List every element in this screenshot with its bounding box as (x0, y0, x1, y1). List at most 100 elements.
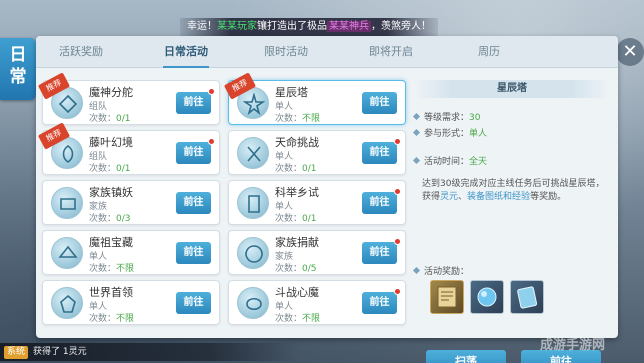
desc-b: 灵元 (440, 192, 459, 202)
activity-panel: 活跃奖励 日常活动 限时活动 即将开启 周历 魔神分舵 组队 次数：0/1 前往 推荐星… (36, 36, 618, 363)
side-title: 日 常 (0, 38, 36, 100)
world-boss-icon (51, 287, 83, 319)
detail-time-value: 全天 (469, 157, 488, 167)
activity-title: 家族捐献 (275, 236, 319, 249)
activity-count-value: 0/1 (302, 164, 317, 174)
activity-go-button[interactable]: 前往 (176, 142, 211, 164)
notification-dot (394, 188, 401, 195)
activity-go-button[interactable]: 前往 (176, 192, 211, 214)
tab-daily-activities[interactable]: 日常活动 (141, 36, 231, 68)
activity-title: 藤叶幻境 (89, 136, 133, 149)
activity-title: 魔祖宝藏 (89, 236, 133, 249)
activity-card[interactable]: 斗战心魔 单人 次数：不限 前往 (228, 280, 406, 325)
clan-seal-icon (51, 187, 83, 219)
activity-count: 次数：不限 (275, 111, 320, 124)
sweep-button[interactable]: 扫荡 (426, 350, 506, 363)
activity-count-value: 不限 (116, 314, 135, 324)
detail-description: 达到30级完成对应主线任务后可挑战星辰塔，获得灵元、装备图纸和经验等奖励。 (422, 178, 608, 204)
activity-count: 次数：0/1 (89, 161, 131, 174)
activity-go-button[interactable]: 前往 (176, 292, 211, 314)
activity-count: 次数：不限 (89, 261, 134, 274)
activity-count-value: 0/1 (116, 164, 131, 174)
detail-time-label: 活动时间： (424, 157, 470, 167)
banner-item[interactable]: 某某神兵 (327, 21, 371, 32)
desc-e: 等奖励。 (530, 192, 567, 202)
activity-count-label: 次数： (275, 264, 303, 274)
activity-count-label: 次数： (89, 164, 117, 174)
tab-weekly-calendar[interactable]: 周历 (444, 36, 534, 68)
spirit-orb-icon[interactable] (470, 280, 504, 314)
activity-card[interactable]: 星辰塔 单人 次数：不限 前往 推荐 (223, 72, 406, 125)
tab-limited-activities[interactable]: 限时活动 (241, 36, 331, 68)
banner-player[interactable]: 某某玩家 (217, 21, 257, 32)
heart-demon-icon (237, 287, 269, 319)
notification-dot (394, 238, 401, 245)
activity-detail: 星辰塔 等级需求：30 参与形式：单人 活动时间：全天 达到30级完成对应主线任… (412, 80, 610, 363)
detail-mode-row: 参与形式：单人 (412, 126, 488, 139)
banner-suffix: ，羡煞旁人！ (371, 21, 431, 32)
detail-mode-label: 参与形式： (424, 129, 470, 139)
activity-go-button[interactable]: 前往 (362, 192, 397, 214)
activity-count-value: 不限 (302, 314, 321, 324)
activity-card[interactable]: 魔祖宝藏 单人 次数：不限 前往 (42, 230, 220, 275)
exam-scroll-icon (237, 187, 269, 219)
notification-dot (208, 88, 215, 95)
detail-title: 星辰塔 (414, 80, 610, 98)
detail-reward-label: 活动奖励： (424, 267, 470, 277)
banner-prefix: 幸运！ (187, 21, 217, 32)
notification-dot (394, 138, 401, 145)
system-message-bar: 系统 获得了 1灵元 (0, 343, 300, 361)
announcement-banner: 幸运！某某玩家镶打造出了极品 某某神兵 ，羡煞旁人！ (180, 18, 438, 36)
activity-card[interactable]: 世界首领 单人 次数：不限 前往 (42, 280, 220, 325)
detail-reward-row: 活动奖励： (412, 264, 470, 277)
notification-dot (208, 138, 215, 145)
activity-count-label: 次数： (275, 214, 303, 224)
activity-count: 次数：不限 (89, 311, 134, 324)
activity-go-button[interactable]: 前往 (362, 92, 397, 114)
activity-title: 世界首领 (89, 286, 133, 299)
clan-donate-icon (237, 237, 269, 269)
activity-count-label: 次数： (89, 264, 117, 274)
detail-level-label: 等级需求： (424, 113, 470, 123)
tab-active-rewards[interactable]: 活跃奖励 (36, 36, 126, 68)
close-button[interactable]: ✕ (616, 38, 644, 66)
tab-bar: 活跃奖励 日常活动 限时活动 即将开启 周历 (36, 36, 618, 68)
activity-title: 天命挑战 (275, 136, 319, 149)
activity-card[interactable]: 科举乡试 单人 次数：0/1 前往 (228, 180, 406, 225)
banner-middle: 镶打造出了极品 (257, 21, 327, 32)
site-watermark: 成游手游网 (540, 338, 606, 353)
detail-mode-value: 单人 (469, 129, 488, 139)
activity-count-value: 0/1 (116, 114, 131, 124)
activity-go-button[interactable]: 前往 (362, 242, 397, 264)
activity-card[interactable]: 藤叶幻境 组队 次数：0/1 前往 推荐 (37, 122, 220, 175)
notification-dot (394, 288, 401, 295)
activity-title: 星辰塔 (275, 86, 308, 99)
activity-count: 次数：0/1 (275, 161, 317, 174)
activity-go-button[interactable]: 前往 (362, 142, 397, 164)
activity-count-value: 不限 (302, 114, 321, 124)
activity-card[interactable]: 天命挑战 单人 次数：0/1 前往 (228, 130, 406, 175)
activity-title: 斗战心魔 (275, 286, 319, 299)
detail-time-row: 活动时间：全天 (412, 154, 488, 167)
system-message: 获得了 1灵元 (33, 347, 87, 357)
activity-card[interactable]: 魔神分舵 组队 次数：0/1 前往 推荐 (37, 72, 220, 125)
activity-go-button[interactable]: 前往 (362, 292, 397, 314)
blueprint-icon[interactable] (430, 280, 464, 314)
activity-count: 次数：0/1 (275, 211, 317, 224)
side-title-char-2: 常 (9, 67, 27, 87)
activity-count-label: 次数： (89, 214, 117, 224)
activity-count: 次数：0/1 (89, 111, 131, 124)
system-tag: 系统 (4, 346, 29, 359)
desc-c: 、 (458, 192, 468, 202)
activity-count: 次数：0/3 (89, 211, 131, 224)
activity-card[interactable]: 家族捐献 家族 次数：0/5 前往 (228, 230, 406, 275)
activity-go-button[interactable]: 前往 (176, 92, 211, 114)
activity-count-label: 次数： (275, 164, 303, 174)
activity-go-button[interactable]: 前往 (176, 242, 211, 264)
activity-card[interactable]: 家族镇妖 家族 次数：0/3 前往 (42, 180, 220, 225)
activity-count: 次数：0/5 (275, 261, 317, 274)
exp-book-icon[interactable] (510, 280, 544, 314)
desc-d: 装备图纸和经验 (467, 192, 531, 202)
tab-upcoming[interactable]: 即将开启 (346, 36, 436, 68)
activity-count-value: 0/5 (302, 264, 317, 274)
